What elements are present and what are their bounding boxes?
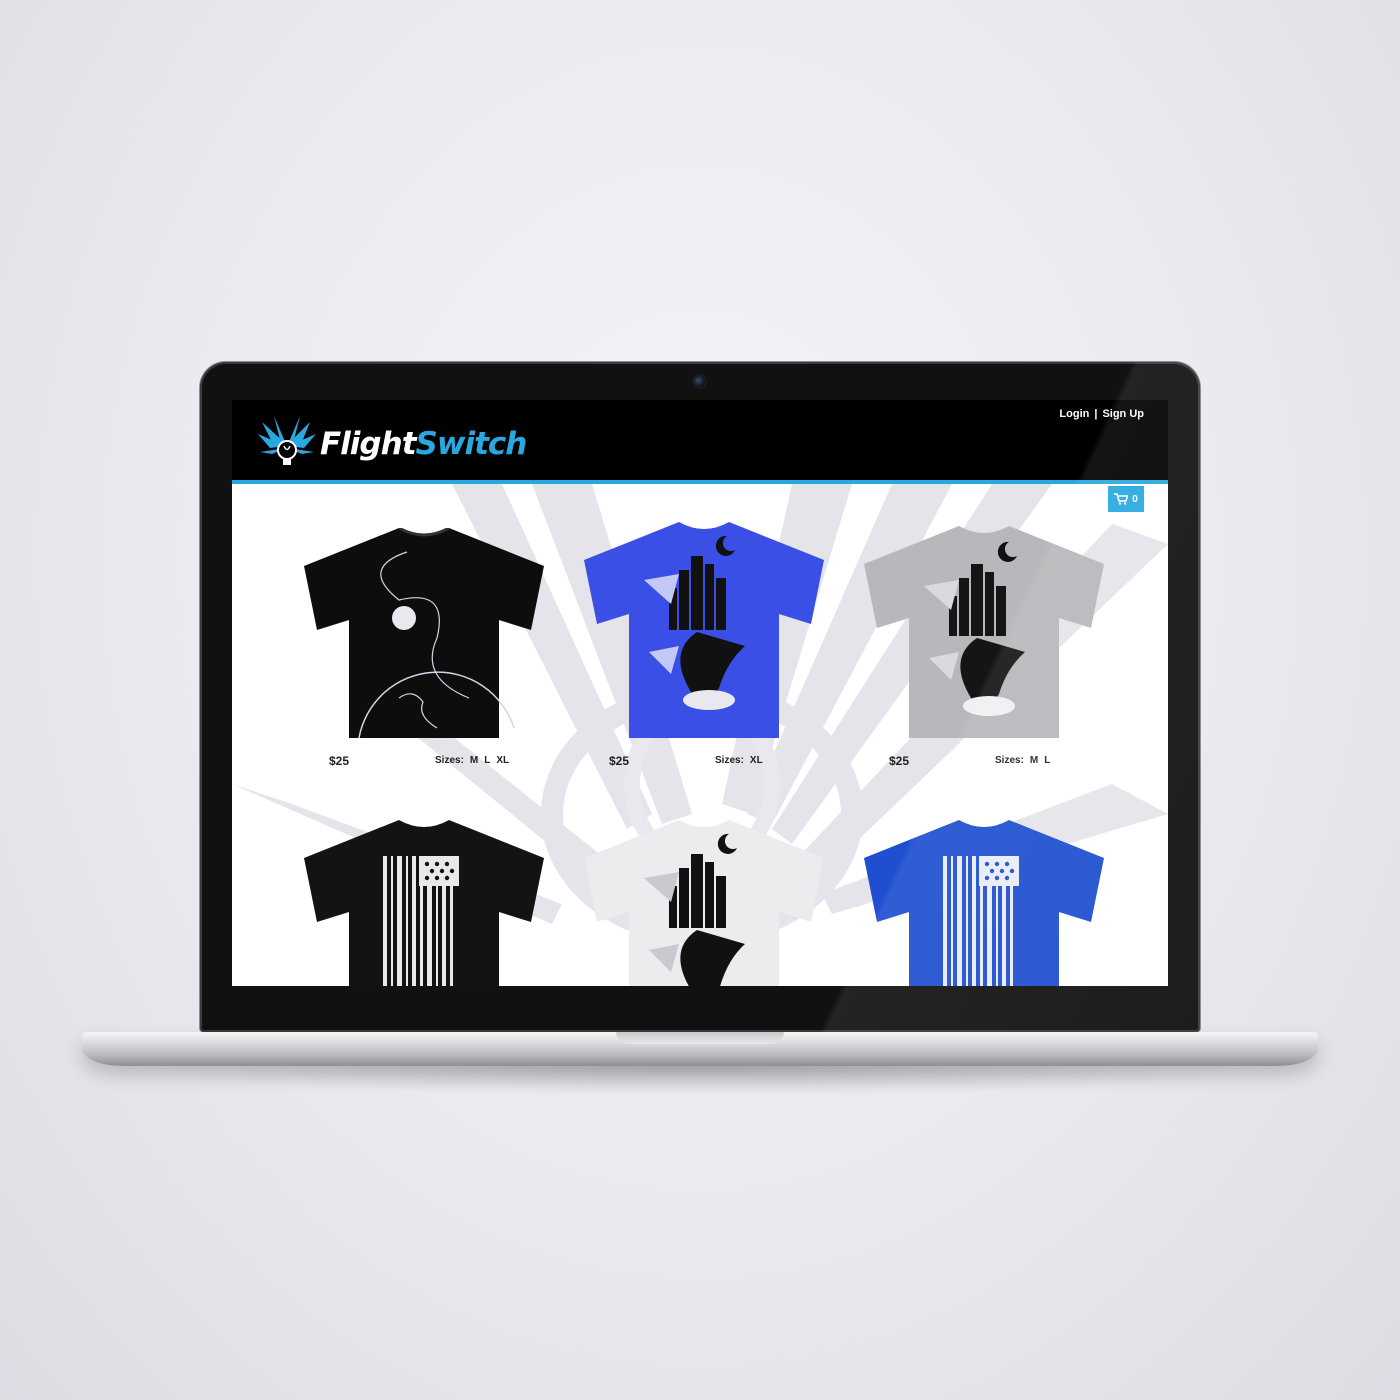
product-card[interactable]: $25 Sizes: M L XL — [299, 528, 549, 768]
laptop-shadow — [110, 1066, 1290, 1096]
product-price: $25 — [329, 754, 350, 768]
product-sizes: Sizes: M L XL — [435, 755, 515, 766]
product-image[interactable] — [299, 820, 549, 986]
product-sizes: Sizes: XL — [715, 755, 769, 766]
sizes-label: Sizes: — [995, 755, 1024, 766]
signup-link[interactable]: Sign Up — [1102, 408, 1144, 420]
product-image[interactable] — [859, 526, 1109, 738]
auth-separator: | — [1094, 408, 1098, 420]
product-price: $25 — [609, 754, 630, 768]
size-option[interactable]: M — [470, 755, 478, 766]
sizes-label: Sizes: — [715, 755, 744, 766]
product-card[interactable]: $25 Sizes: XL — [579, 522, 829, 768]
product-card[interactable] — [299, 820, 549, 986]
cart-button[interactable]: 0 — [1108, 486, 1144, 512]
size-option[interactable]: XL — [750, 755, 763, 766]
laptop-lid: FlightSwitch Login | Sign Up 0 $25 Sizes… — [200, 362, 1200, 1032]
sizes-label: Sizes: — [435, 755, 464, 766]
cart-icon — [1114, 493, 1129, 505]
laptop-base — [82, 1032, 1318, 1066]
size-option[interactable]: L — [484, 755, 490, 766]
product-image[interactable] — [579, 522, 829, 738]
lightbulb-wings-icon — [258, 416, 316, 465]
cart-count: 0 — [1132, 493, 1138, 505]
product-price: $25 — [889, 754, 910, 768]
login-link[interactable]: Login — [1059, 408, 1089, 420]
size-option[interactable]: L — [1044, 755, 1050, 766]
product-meta: $25 Sizes: XL — [579, 754, 829, 774]
auth-links: Login | Sign Up — [1059, 408, 1144, 420]
product-card[interactable] — [579, 820, 829, 986]
brand-logo[interactable]: FlightSwitch — [258, 416, 528, 472]
browser-screen: FlightSwitch Login | Sign Up 0 $25 Sizes… — [232, 400, 1168, 986]
product-meta: $25 Sizes: M L XL — [299, 754, 549, 774]
laptop-notch — [616, 1032, 784, 1044]
product-meta: $25 Sizes: M L — [859, 754, 1109, 774]
product-sizes: Sizes: M L — [995, 755, 1056, 766]
brand-word-2: Switch — [415, 425, 528, 462]
product-image[interactable] — [579, 820, 829, 986]
product-card[interactable]: $25 Sizes: M L — [859, 526, 1109, 768]
product-image[interactable] — [299, 528, 549, 738]
size-option[interactable]: M — [1030, 755, 1038, 766]
site-header: FlightSwitch Login | Sign Up — [232, 400, 1168, 484]
product-card[interactable] — [859, 820, 1109, 986]
product-image[interactable] — [859, 820, 1109, 986]
brand-word-1: Flight — [320, 425, 417, 462]
webcam — [694, 376, 705, 387]
size-option[interactable]: XL — [496, 755, 509, 766]
